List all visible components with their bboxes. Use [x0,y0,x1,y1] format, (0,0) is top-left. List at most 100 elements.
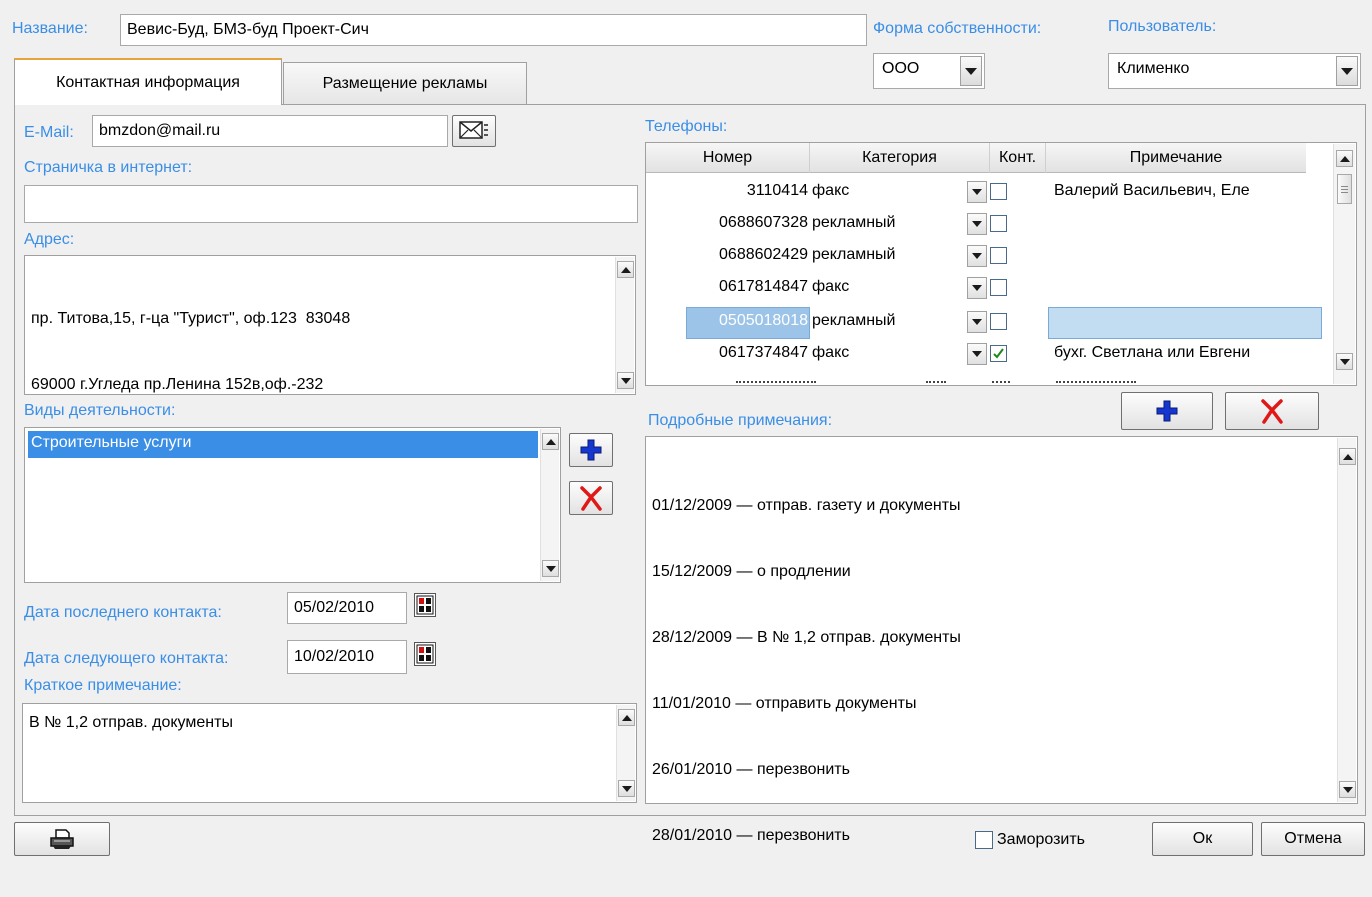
ownership-select[interactable]: ООО [873,53,985,89]
scroll-up-icon[interactable] [1339,448,1356,465]
phone-number: 0688602429 [719,246,808,263]
chevron-down-icon[interactable] [967,277,987,299]
chevron-down-icon[interactable] [967,245,987,267]
website-label: Страничка в интернет: [24,159,193,176]
delete-x-icon [580,486,602,511]
scroll-down-icon[interactable] [617,372,634,389]
cancel-button[interactable]: Отмена [1261,822,1365,856]
add-phone-button[interactable] [1121,392,1213,430]
chevron-down-icon[interactable] [1336,56,1358,86]
note-line: 01/12/2009 — отправ. газету и документы [652,497,961,514]
phones-label: Телефоны: [645,118,728,135]
contact-checkbox[interactable] [990,247,1007,269]
last-contact-label: Дата последнего контакта: [24,604,222,621]
short-note-text: В № 1,2 отправ. документы [29,714,233,731]
phone-row[interactable]: 0688602429 рекламный [646,243,1322,273]
tab-contact-info[interactable]: Контактная информация [14,58,282,105]
column-header-category[interactable]: Категория [810,143,990,173]
chevron-down-icon[interactable] [960,56,982,86]
tab-ad-placement-label: Размещение рекламы [322,74,488,92]
ownership-label: Форма собственности: [873,20,1042,37]
mail-icon [459,121,488,139]
address-textarea[interactable]: пр. Титова,15, г-ца "Турист", оф.123 830… [24,255,636,395]
website-field[interactable] [24,185,638,223]
cancel-button-label: Отмена [1284,830,1342,847]
address-line: 69000 г.Угледа пр.Ленина 152в,оф.-232 [31,376,324,393]
phone-category: рекламный [812,214,896,231]
phone-note: бухг. Светлана или Евгени [1054,344,1251,361]
column-header-note[interactable]: Примечание [1046,143,1306,173]
address-line: пр. Титова,15, г-ца "Турист", оф.123 830… [31,310,351,327]
last-contact-field[interactable]: 05/02/2010 [287,592,407,624]
next-contact-field[interactable]: 10/02/2010 [287,640,407,674]
scroll-up-icon[interactable] [618,709,635,726]
plus-icon [580,439,602,461]
next-contact-calendar-button[interactable] [414,642,436,666]
add-activity-button[interactable] [569,433,613,467]
next-contact-label: Дата следующего контакта: [24,650,229,667]
short-note-scrollbar[interactable] [616,705,635,801]
phone-number: 3110414 [746,182,808,199]
phone-category: рекламный [812,312,896,329]
scroll-up-icon[interactable] [1336,150,1353,167]
phone-number: 0617374847 [719,344,808,361]
phones-scrollbar[interactable] [1333,144,1355,384]
chevron-down-icon[interactable] [967,343,987,365]
phone-row[interactable]: 0688607328 рекламный [646,211,1322,241]
chevron-down-icon[interactable] [967,311,987,333]
phone-row[interactable]: 3110414 факс Валерий Васильевич, Еле [646,179,1322,209]
tab-contact-info-label: Контактная информация [56,73,240,91]
remove-phone-button[interactable] [1225,392,1319,430]
tab-ad-placement[interactable]: Размещение рекламы [283,62,527,104]
send-mail-button[interactable] [452,115,496,147]
plus-icon [1156,400,1178,422]
short-note-label: Краткое примечание: [24,677,182,694]
last-contact-calendar-button[interactable] [414,593,436,617]
activities-list[interactable]: Строительные услуги [24,427,561,583]
print-button[interactable] [14,822,110,856]
remove-activity-button[interactable] [569,481,613,515]
chevron-down-icon[interactable] [967,213,987,235]
phone-row[interactable]: 0617814847 факс [646,275,1322,305]
user-select[interactable]: Клименко [1108,53,1361,89]
scroll-up-icon[interactable] [542,433,559,450]
email-field[interactable]: bmzdon@mail.ru [92,115,448,147]
activities-scrollbar[interactable] [540,429,559,581]
notes-scrollbar[interactable] [1337,438,1356,802]
freeze-checkbox-box[interactable] [975,831,993,849]
scroll-down-icon[interactable] [1339,781,1356,798]
name-field[interactable]: Вевис-Буд, БМЗ-буд Проект-Сич [120,14,867,46]
phone-row[interactable]: 0617374847 факс бухг. Светлана или Евген… [646,341,1322,371]
phone-category: факс [812,182,850,199]
contact-checkbox[interactable] [990,279,1007,301]
freeze-checkbox[interactable]: Заморозить [975,831,1085,849]
printer-icon [50,829,74,849]
phone-row-selected[interactable]: 0505018018 рекламный [646,307,1322,339]
short-note-textarea[interactable]: В № 1,2 отправ. документы [22,703,637,803]
scroll-thumb[interactable] [1337,174,1352,204]
notes-textarea[interactable]: 01/12/2009 — отправ. газету и документы … [645,436,1358,844]
calendar-icon [416,595,434,615]
address-scrollbar[interactable] [615,257,634,393]
contact-checkbox[interactable] [990,313,1007,335]
phones-grid[interactable]: Номер Категория Конт. Примечание 3110414… [645,142,1357,386]
column-header-contact[interactable]: Конт. [990,143,1046,173]
phone-category: факс [812,344,850,361]
contact-checkbox[interactable] [990,215,1007,237]
contact-checkbox[interactable] [990,183,1007,205]
address-label: Адрес: [24,231,75,248]
activities-label: Виды деятельности: [24,402,176,419]
phone-note-selected[interactable] [1048,307,1322,339]
ok-button[interactable]: Ок [1152,822,1253,856]
name-label: Название: [12,20,88,37]
scroll-down-icon[interactable] [542,560,559,577]
scroll-down-icon[interactable] [1336,353,1353,370]
contact-checkbox-checked[interactable] [990,345,1007,367]
notes-label: Подробные примечания: [648,412,833,429]
column-header-number[interactable]: Номер [646,143,810,173]
scroll-down-icon[interactable] [618,780,635,797]
chevron-down-icon[interactable] [967,181,987,203]
scroll-up-icon[interactable] [617,261,634,278]
activity-item-selected[interactable]: Строительные услуги [28,431,538,458]
phone-number[interactable]: 0505018018 [646,312,808,330]
